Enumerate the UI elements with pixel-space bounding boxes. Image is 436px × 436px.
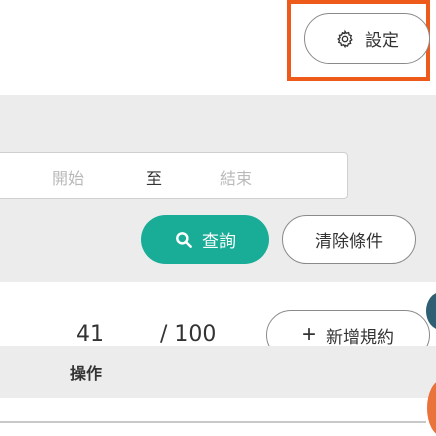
search-button[interactable]: 查詢 (141, 215, 269, 264)
row-divider (0, 421, 426, 423)
settings-label: 設定 (365, 31, 399, 50)
clear-filters-button[interactable]: 清除條件 (282, 215, 416, 264)
date-start-input[interactable]: 開始 (52, 165, 84, 189)
filter-panel: 開始 至 結束 查詢 清除條件 (0, 95, 436, 282)
column-header-action: 操作 (70, 364, 103, 383)
record-count: 41 (76, 322, 104, 347)
record-total: / 100 (160, 322, 217, 347)
date-range-field[interactable]: 開始 至 結束 (0, 152, 348, 199)
gear-icon (337, 29, 353, 48)
search-icon (176, 231, 192, 248)
table-body (0, 398, 436, 435)
date-end-input[interactable]: 結束 (220, 165, 252, 189)
date-separator: 至 (146, 169, 163, 188)
table-header: 操作 (0, 346, 436, 398)
settings-button[interactable]: 設定 (304, 13, 430, 64)
search-label: 查詢 (202, 232, 236, 251)
clear-label: 清除條件 (315, 232, 383, 251)
add-label: 新增規約 (326, 327, 394, 347)
plus-icon: + (301, 321, 316, 348)
